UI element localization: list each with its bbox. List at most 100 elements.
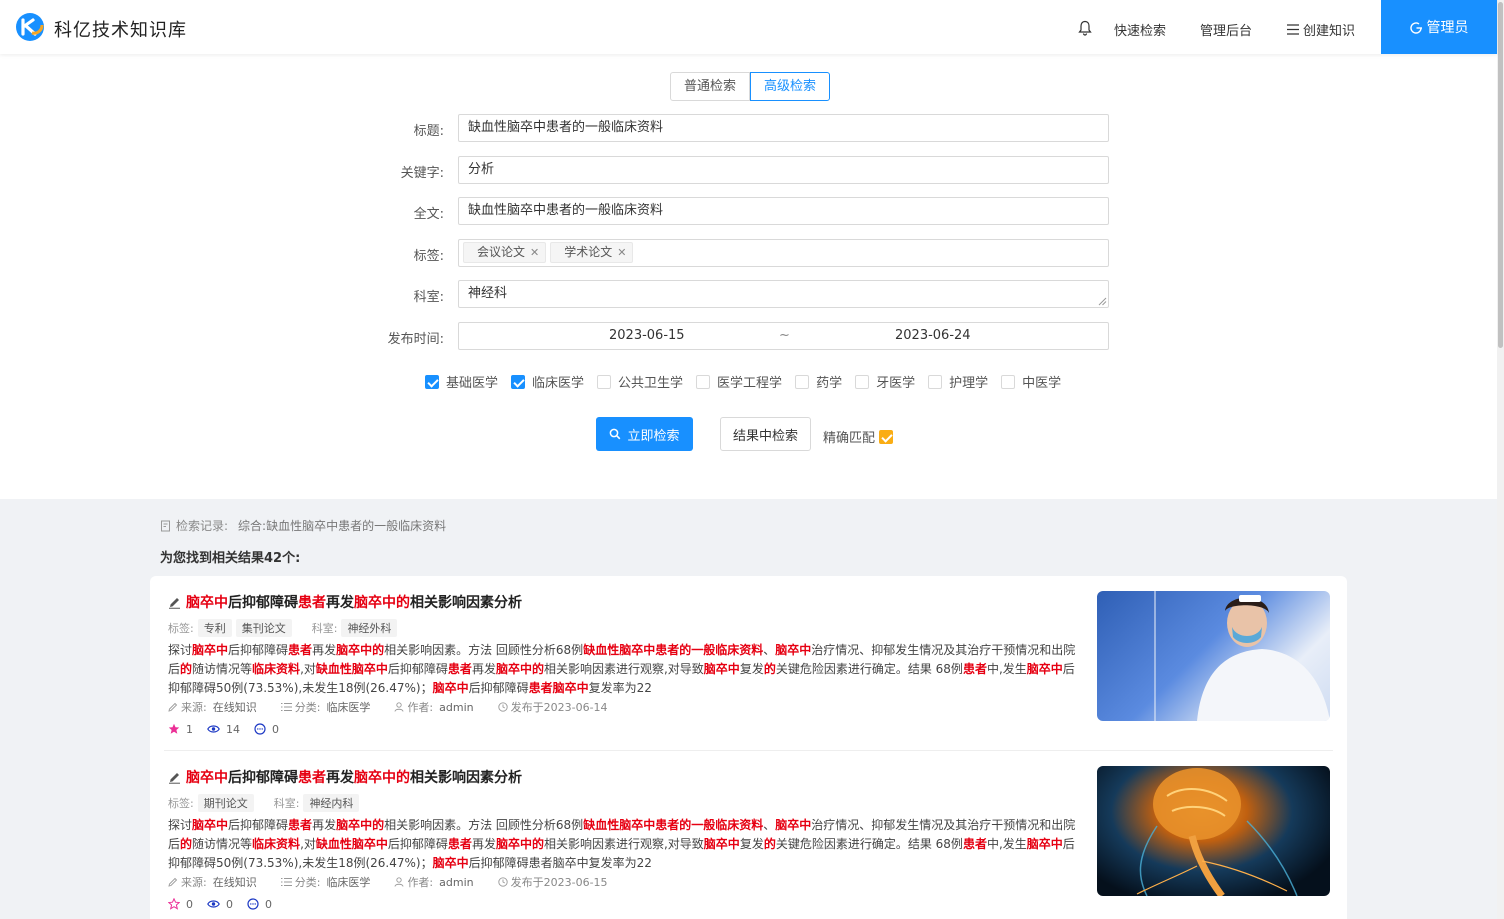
- result-stats: 1 14 0: [168, 721, 1333, 737]
- category-info: 分类: 临床医学: [280, 699, 371, 715]
- date-range-picker[interactable]: 2023-06-15 ~ 2023-06-24: [458, 322, 1109, 350]
- tab-normal-search[interactable]: 普通检索: [670, 72, 751, 101]
- author-label: 作者:: [407, 876, 434, 889]
- category-info-label: 分类:: [294, 876, 321, 889]
- category-checkbox[interactable]: 牙医学: [855, 372, 915, 391]
- history-value[interactable]: 综合:缺血性脑卒中患者的一般临床资料: [238, 517, 446, 534]
- published-value: 发布于2023-06-15: [510, 876, 608, 889]
- date-end[interactable]: 2023-06-24: [895, 323, 971, 349]
- likes-stat[interactable]: 0: [168, 898, 193, 911]
- category-checkboxes: 基础医学 临床医学 公共卫生学 医学工程学 药学 牙医学 护理学 中医学: [425, 372, 1074, 391]
- date-label: 发布时间:: [387, 332, 444, 347]
- result-abstract: 探讨脑卒中后抑郁障碍患者再发脑卒中的相关影响因素。方法 回顾性分析68例缺血性脑…: [168, 643, 1076, 695]
- close-icon[interactable]: ✕: [617, 246, 626, 259]
- dept-textarea[interactable]: 神经科: [458, 280, 1109, 308]
- checkbox-box[interactable]: [425, 374, 439, 389]
- dept-badge[interactable]: 神经内科: [303, 794, 360, 812]
- tag-chip: 学术论文 ✕: [550, 242, 634, 263]
- page-scrollbar[interactable]: [1497, 0, 1504, 919]
- likes-stat[interactable]: 1: [168, 723, 193, 736]
- nav-admin[interactable]: 管理后台: [1200, 20, 1252, 39]
- search-mode-tabs: 普通检索 高级检索: [670, 72, 831, 101]
- results-list: 脑卒中后抑郁障碍患者再发脑卒中的相关影响因素分析 标签: 专利 集刊论文 科室:…: [150, 576, 1347, 919]
- keyword-label: 关键字:: [400, 166, 444, 181]
- category-checkbox[interactable]: 中医学: [1001, 372, 1061, 391]
- search-now-button[interactable]: 立即检索: [596, 417, 693, 451]
- list-icon: [280, 878, 292, 886]
- keyword-row: 关键字: 分析: [380, 156, 1109, 184]
- comments-stat[interactable]: 0: [247, 898, 272, 911]
- category-label: 护理学: [949, 376, 989, 391]
- search-now-label: 立即检索: [627, 428, 680, 444]
- tag-badge[interactable]: 集刊论文: [235, 619, 292, 637]
- result-thumbnail-nurse[interactable]: [1097, 591, 1330, 721]
- category-checkbox[interactable]: 公共卫生学: [597, 372, 683, 391]
- exact-match-label: 精确匹配: [823, 431, 876, 446]
- exact-match-checkbox[interactable]: 精确匹配: [823, 427, 900, 446]
- category-checkbox[interactable]: 医学工程学: [696, 372, 782, 391]
- tags-meta-label: 标签:: [168, 797, 194, 810]
- category-label: 医学工程学: [717, 376, 783, 391]
- category-checkbox[interactable]: 药学: [795, 372, 842, 391]
- resize-grip-icon[interactable]: [1098, 297, 1107, 306]
- date-start[interactable]: 2023-06-15: [609, 323, 685, 349]
- category-label: 公共卫生学: [618, 376, 684, 391]
- tag-badge[interactable]: 期刊论文: [197, 794, 254, 812]
- nav-quick-search[interactable]: 快速检索: [1114, 20, 1166, 39]
- close-icon[interactable]: ✕: [530, 246, 539, 259]
- published-value: 发布于2023-06-14: [510, 701, 608, 714]
- history-label: 检索记录:: [176, 519, 229, 533]
- checkbox-box[interactable]: [855, 374, 870, 389]
- likes-count: 0: [186, 897, 193, 911]
- tags-meta-label: 标签:: [168, 622, 194, 635]
- tag-chip-label: 会议论文: [477, 245, 526, 259]
- checkbox-box[interactable]: [928, 374, 943, 389]
- tag-chip-label: 学术论文: [564, 245, 613, 259]
- nav-create-knowledge[interactable]: 创建知识: [1287, 20, 1355, 39]
- author-label: 作者:: [407, 701, 434, 714]
- checkbox-box[interactable]: [879, 429, 894, 444]
- views-stat: 14: [207, 723, 240, 736]
- star-outline-icon: [168, 898, 180, 910]
- result-item: 脑卒中后抑郁障碍患者再发脑卒中的相关影响因素分析 标签: 期刊论文 科室: 神经…: [168, 766, 1333, 912]
- author-info: 作者: admin: [394, 699, 474, 715]
- checkbox-box[interactable]: [795, 374, 810, 389]
- title-label: 标题:: [413, 124, 444, 139]
- user-name: 管理员: [1426, 20, 1469, 36]
- category-value: 临床医学: [326, 701, 371, 714]
- category-checkbox[interactable]: 临床医学: [511, 372, 584, 391]
- pencil-icon: [169, 772, 180, 784]
- result-title-text: 脑卒中后抑郁障碍患者再发脑卒中的相关影响因素分析: [186, 595, 522, 611]
- author-value: admin: [439, 700, 474, 714]
- menu-icon: [1287, 24, 1299, 35]
- checkbox-box[interactable]: [511, 374, 526, 389]
- result-thumbnail-neuro[interactable]: [1097, 766, 1330, 896]
- tab-advanced-search[interactable]: 高级检索: [750, 72, 831, 101]
- search-in-results-button[interactable]: 结果中检索: [720, 417, 811, 451]
- category-checkbox[interactable]: 护理学: [928, 372, 988, 391]
- category-label: 中医学: [1022, 376, 1062, 391]
- category-info-label: 分类:: [294, 701, 321, 714]
- scroll-thumb[interactable]: [1498, 2, 1503, 348]
- category-value: 临床医学: [326, 876, 371, 889]
- title-input[interactable]: 缺血性脑卒中患者的一般临床资料: [458, 114, 1109, 142]
- fulltext-input[interactable]: 缺血性脑卒中患者的一般临床资料: [458, 197, 1109, 225]
- author-info: 作者: admin: [394, 874, 474, 890]
- user-menu-button[interactable]: 管理员: [1381, 0, 1497, 54]
- comments-stat[interactable]: 0: [254, 723, 279, 736]
- result-divider: [164, 750, 1333, 751]
- tag-badge[interactable]: 专利: [197, 619, 232, 637]
- views-stat: 0: [207, 898, 233, 911]
- category-label: 临床医学: [532, 376, 585, 391]
- bell-icon[interactable]: [1078, 20, 1092, 36]
- fulltext-row: 全文: 缺血性脑卒中患者的一般临床资料: [380, 197, 1109, 225]
- dept-badge[interactable]: 神经外科: [341, 619, 398, 637]
- checkbox-box[interactable]: [696, 374, 711, 389]
- eye-icon: [207, 900, 220, 908]
- keyword-input[interactable]: 分析: [458, 156, 1109, 184]
- list-icon: [280, 703, 292, 711]
- tags-select[interactable]: 会议论文 ✕ 学术论文 ✕: [458, 239, 1109, 267]
- category-checkbox[interactable]: 基础医学: [425, 372, 498, 391]
- checkbox-box[interactable]: [1001, 374, 1016, 389]
- checkbox-box[interactable]: [597, 374, 612, 389]
